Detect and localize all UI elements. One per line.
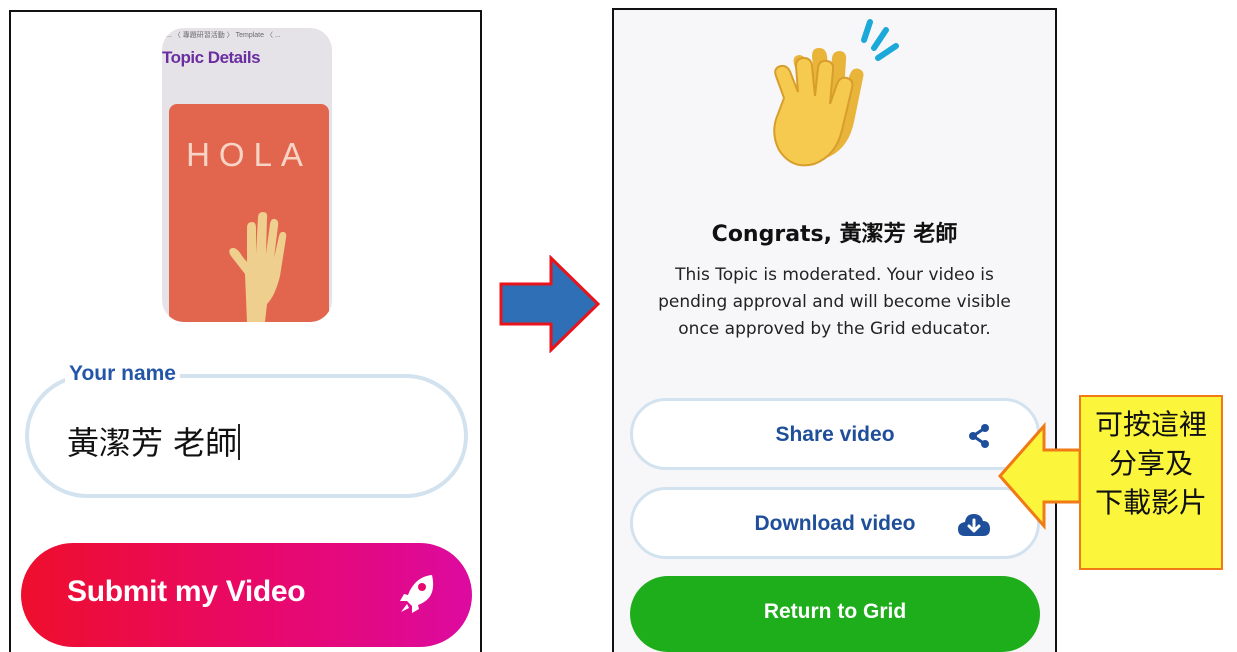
rocket-icon	[400, 575, 434, 613]
congrats-title: Congrats, 黃潔芳 老師	[711, 222, 958, 247]
share-video-button[interactable]: Share video	[630, 398, 1040, 470]
video-submission-screen: ... 〈 專題研習活動 〉 Template 〈 ... Topic Deta…	[9, 10, 482, 652]
waving-hand-icon	[229, 212, 287, 322]
video-thumbnail[interactable]: ... 〈 專題研習活動 〉 Template 〈 ... Topic Deta…	[162, 28, 332, 322]
annotation-callout: 可按這裡 分享及 下載影片	[1079, 395, 1223, 570]
name-field-label: Your name	[65, 362, 180, 386]
flow-arrow-right-icon	[499, 255, 601, 353]
name-field[interactable]: Your name 黃潔芳 老師	[25, 362, 468, 498]
return-to-grid-label: Return to Grid	[763, 600, 907, 623]
clapping-hands-icon	[773, 19, 899, 167]
cloud-download-icon	[958, 514, 990, 536]
return-to-grid-button[interactable]: Return to Grid	[630, 576, 1040, 652]
name-input[interactable]: 黃潔芳 老師	[67, 418, 241, 464]
name-input-value: 黃潔芳 老師	[67, 424, 238, 462]
thumbnail-breadcrumb: ... 〈 專題研習活動 〉 Template 〈 ...	[166, 32, 281, 39]
share-icon	[969, 424, 989, 448]
thumbnail-card: HOLA	[169, 104, 329, 322]
thumbnail-topic-title: Topic Details	[162, 48, 261, 67]
callout-line-1: 可按這裡	[1094, 408, 1207, 441]
moderation-message: This Topic is moderated. Your video is p…	[658, 265, 1011, 339]
submission-success-screen: Congrats, 黃潔芳 老師 This Topic is moderated…	[612, 8, 1057, 652]
thumbnail-card-text: HOLA	[186, 136, 312, 173]
callout-line-2: 分享及	[1108, 447, 1193, 480]
submit-video-label: Submit my Video	[67, 575, 306, 608]
download-video-button[interactable]: Download video	[630, 487, 1040, 559]
text-cursor	[238, 424, 241, 460]
submit-video-button[interactable]: Submit my Video	[21, 543, 472, 647]
callout-line-3: 下載影片	[1094, 486, 1207, 519]
callout-arrow-left-icon	[998, 422, 1082, 530]
